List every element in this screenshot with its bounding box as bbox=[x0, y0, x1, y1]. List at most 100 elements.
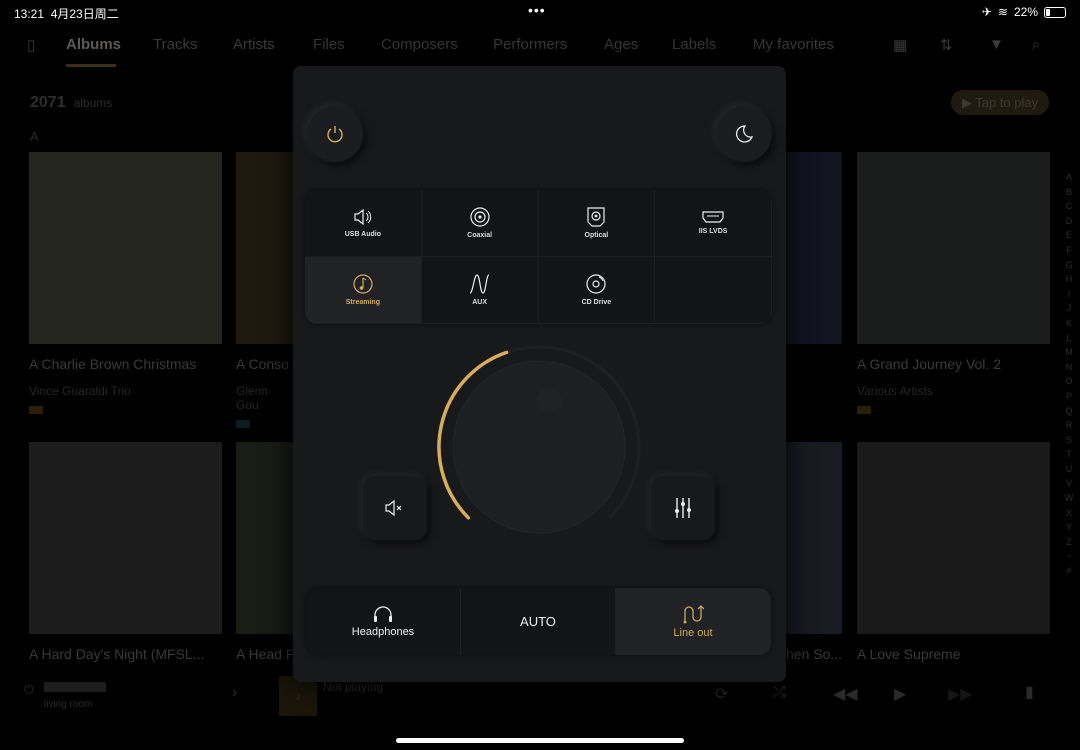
input-label: CD Drive bbox=[581, 299, 612, 306]
mute-button[interactable] bbox=[363, 476, 427, 540]
alphabet-letter[interactable]: P bbox=[1063, 389, 1075, 404]
alphabet-letter[interactable]: W bbox=[1063, 491, 1075, 506]
play-icon[interactable]: ▶ bbox=[894, 684, 906, 704]
alphabet-letter[interactable]: J bbox=[1063, 301, 1075, 316]
alphabet-letter[interactable]: K bbox=[1063, 316, 1075, 331]
input-coaxial[interactable]: Coaxial bbox=[421, 190, 539, 257]
album-card[interactable]: A Head F bbox=[236, 442, 293, 662]
alphabet-letter[interactable]: B bbox=[1063, 185, 1075, 200]
alphabet-letter[interactable]: X bbox=[1063, 506, 1075, 521]
power-icon[interactable]: ⏻ bbox=[24, 682, 34, 697]
album-artist: Vince Guaraldi Trio bbox=[29, 384, 131, 398]
alphabet-letter[interactable]: O bbox=[1063, 374, 1075, 389]
zone-name[interactable]: living room bbox=[44, 699, 92, 710]
tab-albums[interactable]: Albums bbox=[66, 36, 121, 53]
tab-labels[interactable]: Labels bbox=[672, 36, 716, 53]
album-card[interactable]: A Love Supreme bbox=[857, 442, 1050, 662]
multitask-dots-icon[interactable]: ••• bbox=[528, 2, 546, 18]
alphabet-letter[interactable]: ~ bbox=[1063, 549, 1075, 564]
equalizer-button[interactable] bbox=[651, 476, 715, 540]
output-auto[interactable]: AUTO bbox=[461, 588, 616, 655]
repeat-icon[interactable]: ⟳ bbox=[715, 684, 728, 704]
alphabet-letter[interactable]: A bbox=[1063, 170, 1075, 185]
input-label: Optical bbox=[584, 232, 609, 239]
alphabet-letter[interactable]: D bbox=[1063, 214, 1075, 229]
zone-volume-bar bbox=[44, 682, 106, 692]
alphabet-index[interactable]: A B C D E F G H I J K L M N O P Q R S T U V W X Y Z ~ # bbox=[1063, 170, 1075, 579]
sidebar-toggle-icon[interactable]: ▯ bbox=[27, 36, 35, 54]
input-source-grid: USB Audio Coaxial Optical IIS LVDS Strea… bbox=[305, 190, 772, 324]
wave-icon bbox=[469, 274, 490, 294]
album-cover bbox=[786, 442, 842, 634]
sort-icon[interactable]: ⇅ bbox=[940, 36, 953, 54]
output-line-out[interactable]: Line out bbox=[616, 588, 771, 655]
search-icon[interactable]: ⌕ bbox=[1032, 36, 1040, 53]
format-badge bbox=[29, 406, 43, 414]
alphabet-letter[interactable]: Y bbox=[1063, 520, 1075, 535]
tab-composers[interactable]: Composers bbox=[381, 36, 458, 53]
headphones-icon bbox=[374, 606, 392, 622]
alphabet-letter[interactable]: L bbox=[1063, 331, 1075, 346]
tab-tracks[interactable]: Tracks bbox=[153, 36, 197, 53]
album-card[interactable]: A Conso Glenn Gou bbox=[236, 152, 293, 428]
alphabet-letter[interactable]: R bbox=[1063, 418, 1075, 433]
tab-artists[interactable]: Artists bbox=[233, 36, 275, 53]
time: 13:21 bbox=[14, 7, 45, 21]
power-button[interactable] bbox=[307, 106, 363, 162]
previous-icon[interactable]: ◀◀ bbox=[833, 684, 858, 704]
tap-to-play-button[interactable]: ▶ Tap to play bbox=[951, 90, 1049, 115]
alphabet-letter[interactable]: E bbox=[1063, 228, 1075, 243]
filter-icon[interactable]: ▼ bbox=[989, 36, 1004, 53]
alphabet-letter[interactable]: M bbox=[1063, 345, 1075, 360]
mute-icon bbox=[385, 499, 402, 517]
album-card[interactable]: A Hard Day's Night (MFSL... bbox=[29, 442, 222, 662]
remote-icon[interactable]: ▮ bbox=[1025, 682, 1034, 702]
volume-knob[interactable] bbox=[429, 336, 649, 556]
tab-my-favorites[interactable]: My favorites bbox=[753, 36, 834, 53]
album-card[interactable]: A Grand Journey Vol. 2 Various Artists bbox=[857, 152, 1050, 414]
album-cover bbox=[236, 442, 293, 634]
input-optical[interactable]: Optical bbox=[538, 190, 656, 257]
input-label: Streaming bbox=[345, 299, 380, 306]
album-cover bbox=[857, 442, 1050, 634]
album-cover[interactable] bbox=[786, 152, 842, 344]
input-cd-drive[interactable]: CD Drive bbox=[538, 257, 656, 324]
input-usb-audio[interactable]: USB Audio bbox=[305, 190, 422, 257]
album-card[interactable]: A Charlie Brown Christmas Vince Guaraldi … bbox=[29, 152, 222, 414]
input-iis-lvds[interactable]: IIS LVDS bbox=[655, 190, 772, 257]
alphabet-letter[interactable]: V bbox=[1063, 476, 1075, 491]
alphabet-letter[interactable]: Q bbox=[1063, 404, 1075, 419]
chevron-right-icon[interactable]: › bbox=[232, 684, 237, 702]
input-aux[interactable]: AUX bbox=[421, 257, 539, 324]
disc-icon bbox=[586, 274, 606, 294]
input-streaming[interactable]: Streaming bbox=[305, 257, 422, 324]
album-cover bbox=[857, 152, 1050, 344]
alphabet-letter[interactable]: F bbox=[1063, 243, 1075, 258]
battery-percent: 22% bbox=[1013, 5, 1038, 19]
home-indicator[interactable] bbox=[396, 738, 684, 743]
alphabet-letter[interactable]: U bbox=[1063, 462, 1075, 477]
output-label: AUTO bbox=[520, 614, 556, 629]
alphabet-letter[interactable]: I bbox=[1063, 287, 1075, 302]
alphabet-letter[interactable]: # bbox=[1063, 564, 1075, 579]
alphabet-letter[interactable]: G bbox=[1063, 258, 1075, 273]
tab-bar: ▯ Albums Tracks Artists Files Composers … bbox=[0, 36, 1080, 67]
alphabet-letter[interactable]: Z bbox=[1063, 535, 1075, 550]
alphabet-letter[interactable]: H bbox=[1063, 272, 1075, 287]
output-headphones[interactable]: Headphones bbox=[306, 588, 461, 655]
now-playing-text: Not playing bbox=[323, 680, 384, 694]
alphabet-letter[interactable]: C bbox=[1063, 199, 1075, 214]
alphabet-letter[interactable]: N bbox=[1063, 360, 1075, 375]
alphabet-letter[interactable]: T bbox=[1063, 447, 1075, 462]
grid-view-icon[interactable]: ▦ bbox=[893, 36, 907, 54]
tab-ages[interactable]: Ages bbox=[604, 36, 638, 53]
tab-files[interactable]: Files bbox=[313, 36, 345, 53]
sleep-button[interactable] bbox=[716, 106, 772, 162]
next-icon[interactable]: ▶▶ bbox=[948, 684, 973, 704]
shuffle-icon[interactable]: ⤮ bbox=[773, 684, 786, 702]
status-time: 13:21 4月23日周二 bbox=[14, 5, 119, 22]
alphabet-letter[interactable]: S bbox=[1063, 433, 1075, 448]
album-title: A Love Supreme bbox=[857, 646, 961, 662]
album-card[interactable]: hen So... bbox=[786, 442, 842, 662]
tab-performers[interactable]: Performers bbox=[493, 36, 567, 53]
